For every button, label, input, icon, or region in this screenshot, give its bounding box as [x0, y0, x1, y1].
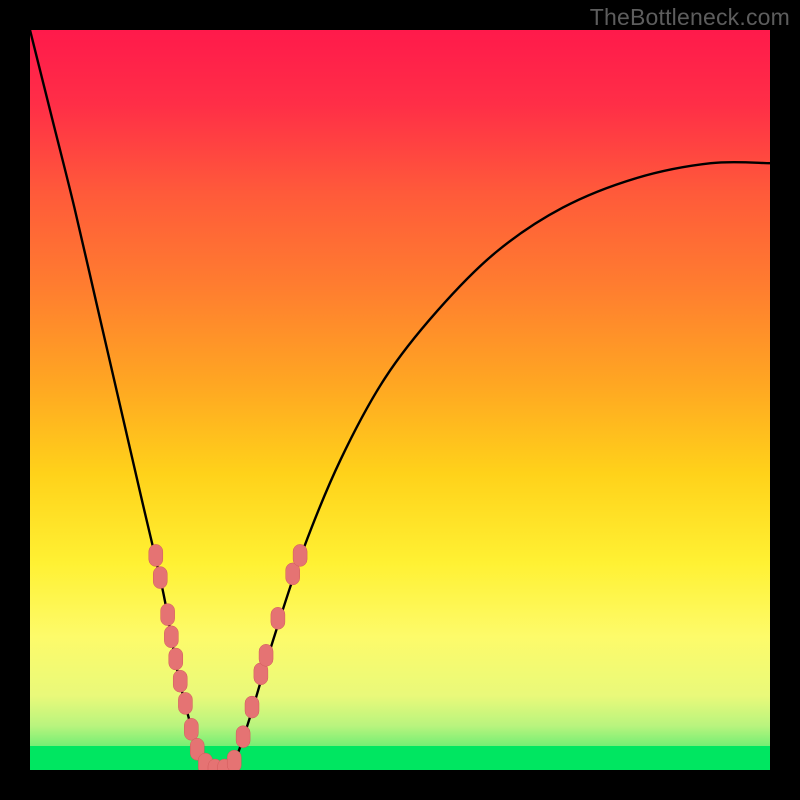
curve-layer — [30, 30, 770, 770]
outer-frame: TheBottleneck.com — [0, 0, 800, 800]
highlight-marker — [259, 644, 273, 666]
watermark: TheBottleneck.com — [590, 4, 790, 31]
highlight-marker — [149, 544, 163, 566]
highlight-marker — [271, 607, 285, 629]
highlight-marker — [153, 567, 167, 589]
highlight-marker — [184, 718, 198, 740]
highlight-marker — [169, 648, 183, 670]
highlight-marker — [161, 604, 175, 626]
highlight-marker — [293, 544, 307, 566]
highlight-marker — [227, 750, 241, 770]
highlight-marker — [236, 726, 250, 748]
highlight-marker — [173, 670, 187, 692]
highlight-marker — [178, 692, 192, 714]
highlight-marker — [245, 696, 259, 718]
bottleneck-curve — [30, 30, 770, 770]
highlight-markers — [149, 544, 307, 770]
highlight-marker — [164, 626, 178, 648]
plot-area — [30, 30, 770, 770]
